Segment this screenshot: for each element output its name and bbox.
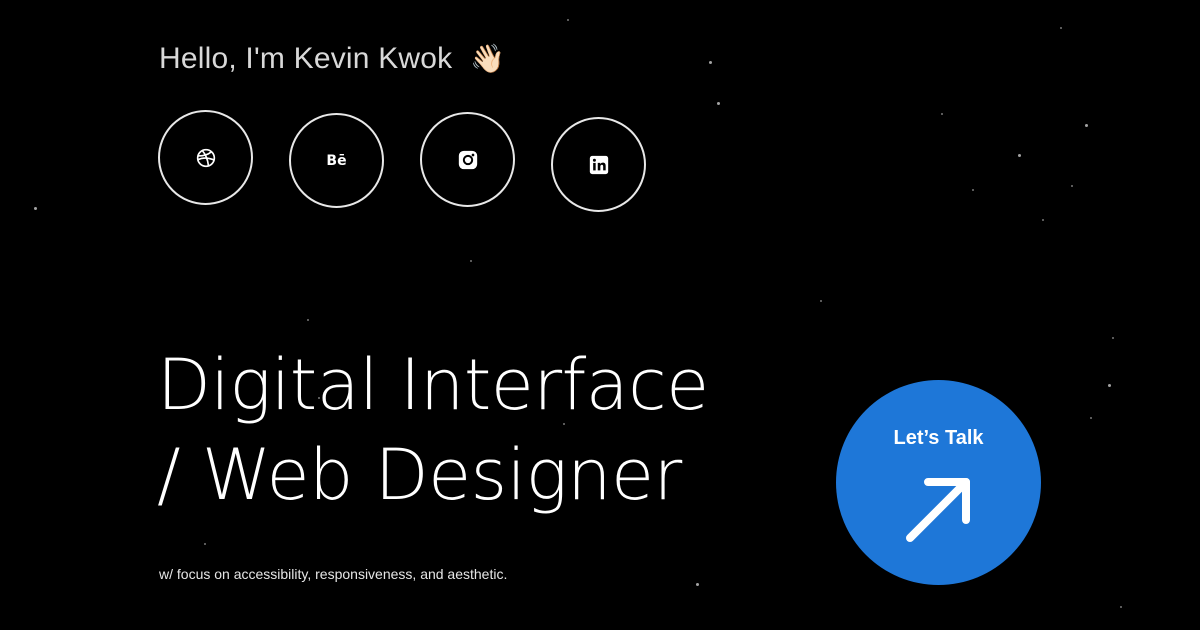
star — [204, 543, 206, 545]
greeting: Hello, I'm Kevin Kwok 👋🏻 — [159, 42, 505, 76]
star — [470, 260, 472, 262]
star — [972, 189, 974, 191]
star — [820, 300, 822, 302]
star — [1071, 185, 1073, 187]
linkedin-icon — [589, 155, 608, 174]
star — [1090, 417, 1092, 419]
star — [696, 583, 699, 586]
headline: Digital Interface / Web Designer — [157, 340, 709, 520]
dribbble-link[interactable] — [158, 110, 253, 205]
star — [1018, 154, 1021, 157]
lets-talk-label: Let’s Talk — [893, 427, 984, 449]
star — [1108, 384, 1111, 387]
star — [1120, 606, 1122, 608]
arrow-up-right-icon — [906, 478, 970, 542]
star — [941, 113, 943, 115]
star — [717, 102, 720, 105]
dribbble-icon — [196, 148, 215, 167]
star — [1060, 27, 1062, 29]
star — [34, 207, 37, 210]
behance-icon: Bē — [326, 152, 347, 169]
star — [1112, 337, 1114, 339]
headline-line-2: / Web Designer — [157, 434, 682, 516]
star — [709, 61, 712, 64]
waving-hand-icon: 👋🏻 — [470, 43, 506, 74]
lets-talk-button[interactable]: Let’s Talk — [836, 380, 1041, 585]
star — [1085, 124, 1088, 127]
linkedin-link[interactable] — [551, 117, 646, 212]
star — [567, 19, 569, 21]
headline-line-1: Digital Interface — [157, 344, 709, 426]
tagline: w/ focus on accessibility, responsivenes… — [159, 566, 508, 582]
star — [1042, 219, 1044, 221]
greeting-text: Hello, I'm Kevin Kwok — [159, 42, 453, 75]
star — [307, 319, 309, 321]
instagram-icon — [458, 150, 477, 169]
instagram-link[interactable] — [420, 112, 515, 207]
behance-link[interactable]: Bē — [289, 113, 384, 208]
